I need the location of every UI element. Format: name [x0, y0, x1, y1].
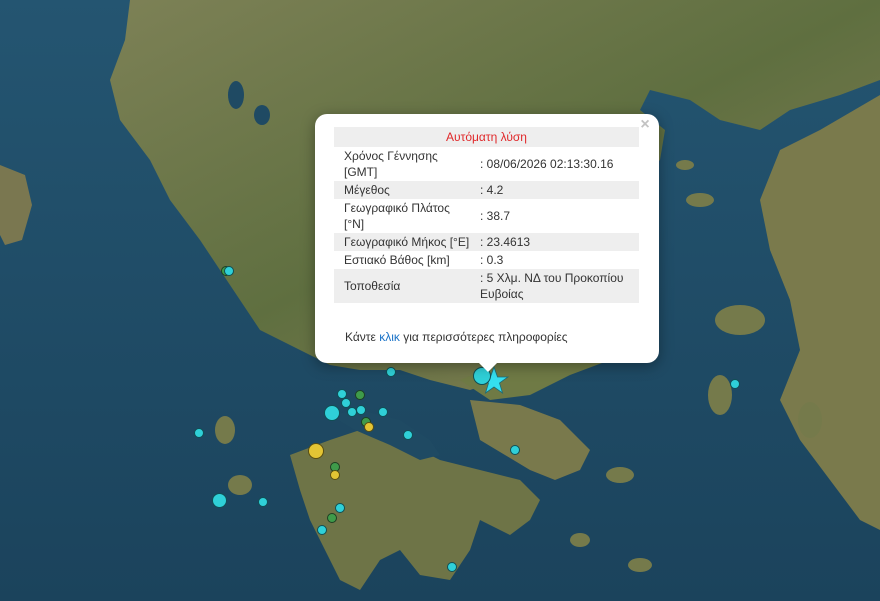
earthquake-marker[interactable]	[510, 445, 520, 455]
earthquake-marker[interactable]	[378, 407, 388, 417]
earthquake-marker[interactable]	[330, 470, 340, 480]
earthquake-marker[interactable]	[258, 497, 268, 507]
earthquake-marker[interactable]	[308, 443, 324, 459]
earthquake-marker[interactable]	[224, 266, 234, 276]
island	[228, 475, 252, 495]
footer-suffix: για περισσότερες πληροφορίες	[399, 330, 568, 344]
table-row: Μέγεθος : 4.2	[334, 181, 639, 199]
depth-value: : 0.3	[480, 253, 504, 267]
island	[715, 305, 765, 335]
location-value: : 5 Χλμ. ΝΔ του Προκοπίου Ευβοίας	[476, 269, 639, 303]
latitude-label: Γεωγραφικό Πλάτος [°N]	[344, 201, 450, 231]
origin-time-label: Χρόνος Γέννησης [GMT]	[344, 149, 438, 179]
table-row: Χρόνος Γέννησης [GMT] : 08/06/2026 02:13…	[334, 147, 639, 181]
more-info-link[interactable]: κλικ	[379, 330, 400, 344]
island	[606, 467, 634, 483]
island	[215, 416, 235, 444]
earthquake-marker[interactable]	[327, 513, 337, 523]
longitude-label: Γεωγραφικό Μήκος [°E]	[334, 233, 476, 251]
earthquake-marker[interactable]	[730, 379, 740, 389]
island	[686, 193, 714, 207]
earthquake-details-table: Αυτόματη λύση Χρόνος Γέννησης [GMT] : 08…	[334, 127, 639, 303]
footer-prefix: Κάντε	[345, 330, 380, 344]
earthquake-marker[interactable]	[335, 503, 345, 513]
depth-label: Εστιακό Βάθος [km]	[344, 253, 450, 267]
earthquake-marker[interactable]	[212, 493, 227, 508]
table-row: Εστιακό Βάθος [km] : 0.3	[334, 251, 639, 269]
earthquake-marker[interactable]	[386, 367, 396, 377]
earthquake-info-popup: × Αυτόματη λύση Χρόνος Γέννησης [GMT] : …	[315, 114, 659, 372]
island	[708, 375, 732, 415]
earthquake-marker[interactable]	[364, 422, 374, 432]
lake	[228, 81, 244, 109]
island	[628, 558, 652, 572]
table-row: Γεωγραφικό Πλάτος [°N] : 38.7	[334, 199, 639, 233]
earthquake-marker[interactable]	[403, 430, 413, 440]
earthquake-marker[interactable]	[324, 405, 340, 421]
origin-time-value: : 08/06/2026 02:13:30.16	[480, 157, 614, 171]
island	[676, 160, 694, 170]
magnitude-label: Μέγεθος	[334, 181, 476, 199]
magnitude-value: : 4.2	[476, 181, 639, 199]
close-icon[interactable]: ×	[637, 116, 653, 134]
island	[798, 402, 822, 438]
location-label: Τοποθεσία	[334, 269, 476, 303]
popup-footer: Κάντε κλικ για περισσότερες πληροφορίες	[345, 330, 568, 344]
popup-title-row: Αυτόματη λύση	[334, 127, 639, 147]
earthquake-marker[interactable]	[447, 562, 457, 572]
longitude-value: : 23.4613	[476, 233, 639, 251]
island	[570, 533, 590, 547]
latitude-value: : 38.7	[480, 209, 511, 223]
earthquake-marker[interactable]	[355, 390, 365, 400]
earthquake-marker[interactable]	[317, 525, 327, 535]
popup-tip	[478, 362, 498, 372]
popup-title: Αυτόματη λύση	[334, 127, 639, 147]
table-row: Γεωγραφικό Μήκος [°E] : 23.4613	[334, 233, 639, 251]
table-row: Τοποθεσία : 5 Χλμ. ΝΔ του Προκοπίου Ευβο…	[334, 269, 639, 303]
earthquake-marker[interactable]	[194, 428, 204, 438]
earthquake-marker[interactable]	[356, 405, 366, 415]
lake	[254, 105, 270, 125]
